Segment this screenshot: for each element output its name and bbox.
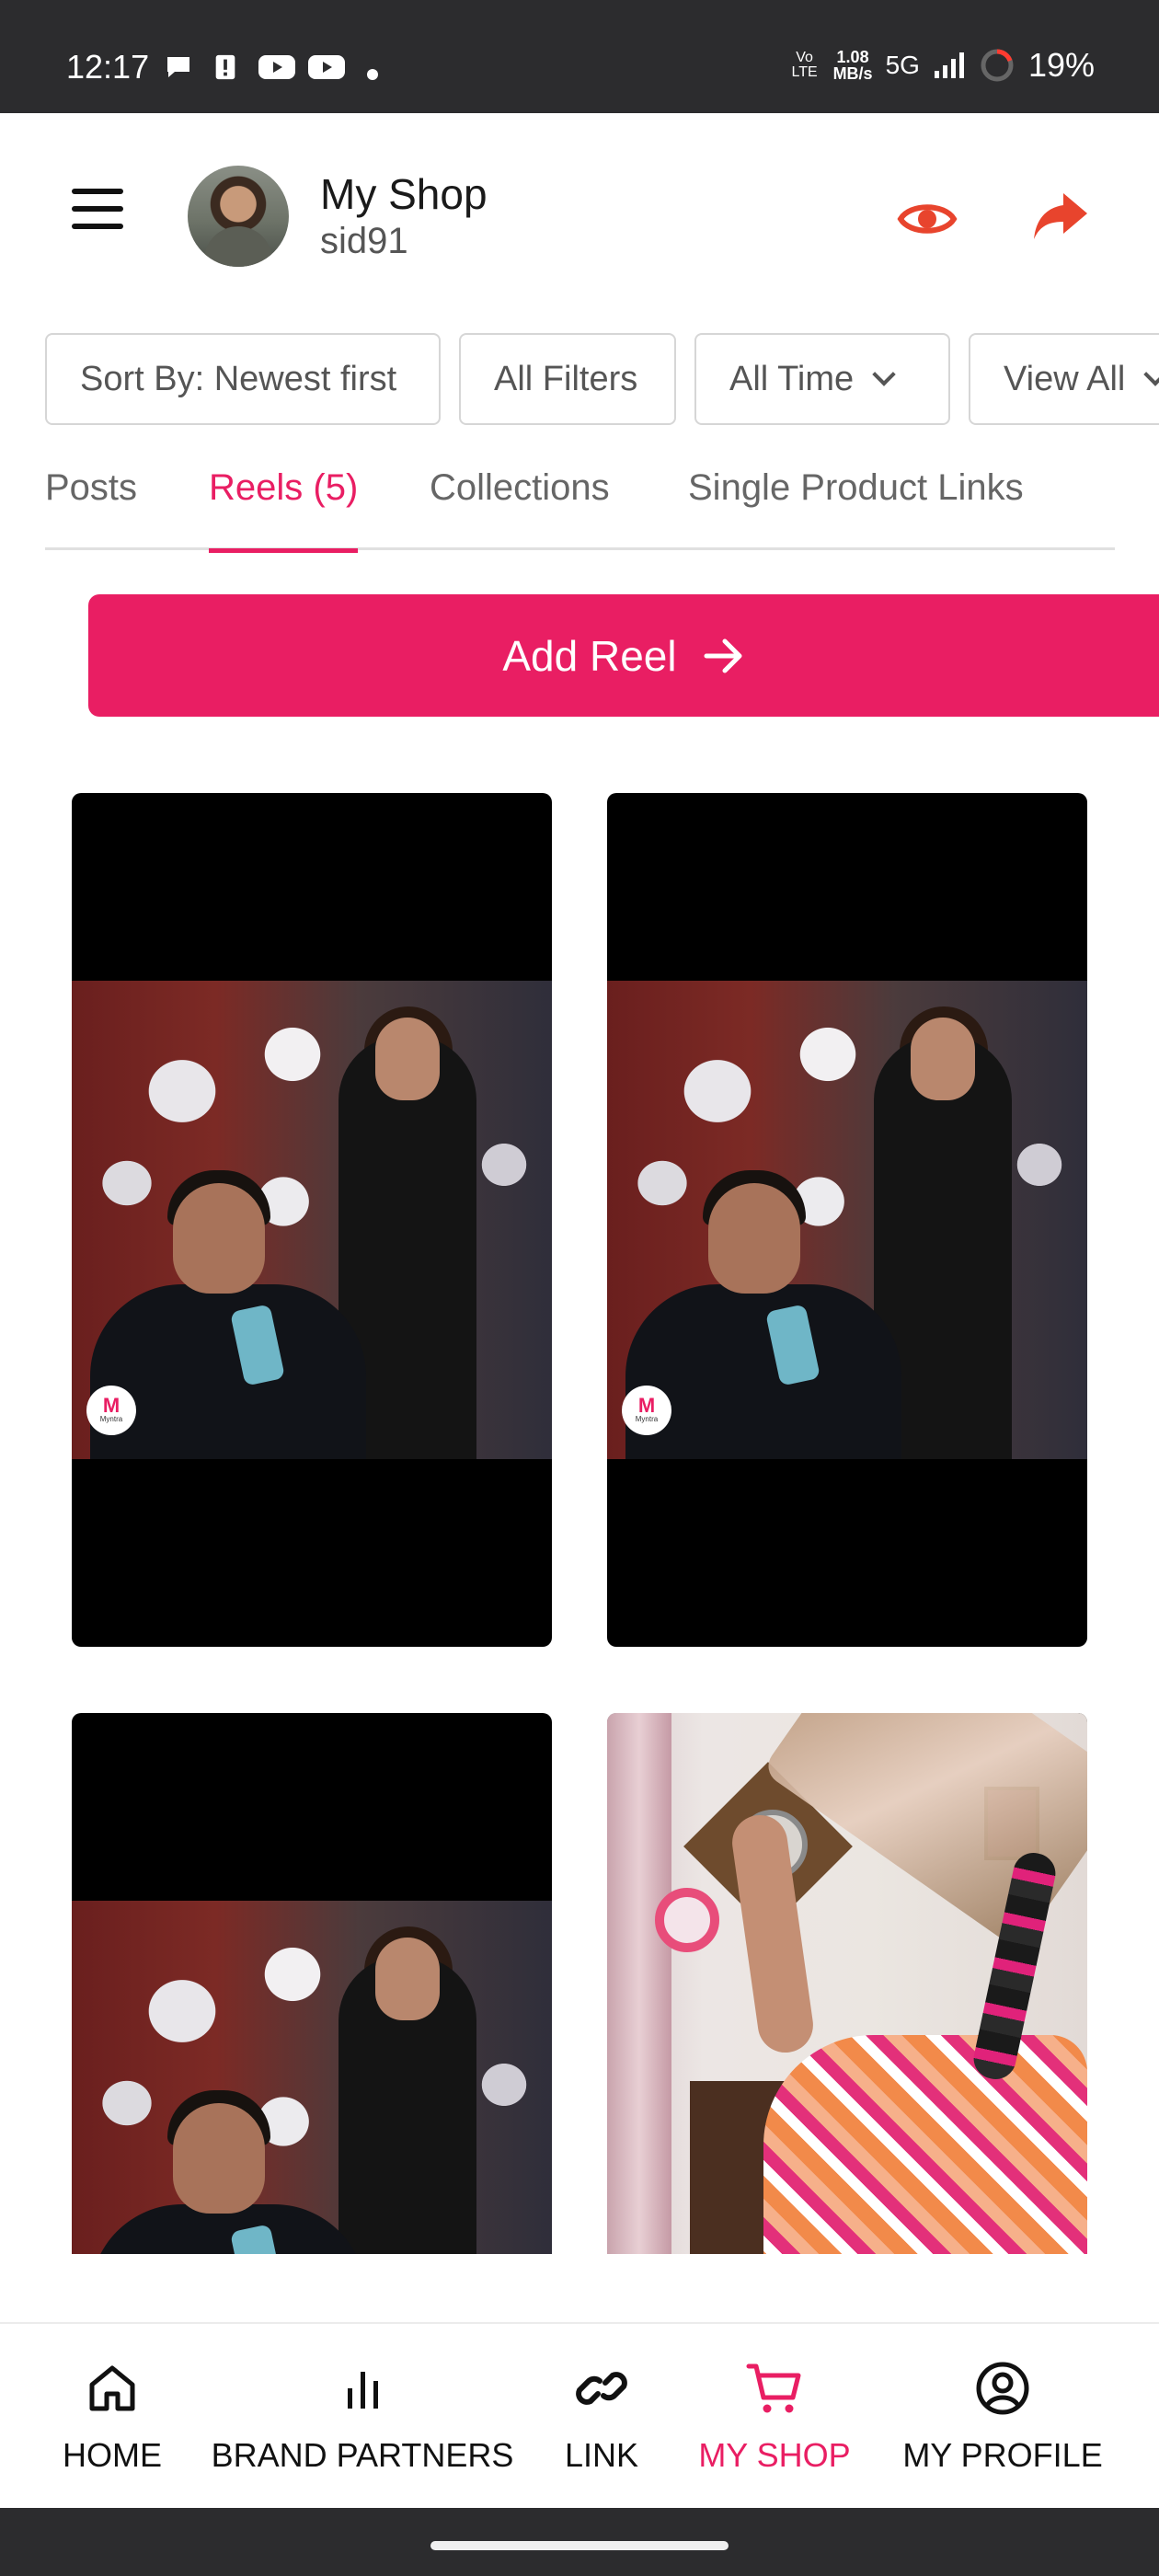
reel-video-frame: M Myntra <box>607 981 1087 1459</box>
network-speed-unit: MB/s <box>832 64 873 83</box>
volte-icon: Vo LTE <box>791 50 818 80</box>
reel-video-frame <box>72 1901 552 2254</box>
avatar[interactable] <box>188 166 289 267</box>
time-range-label: All Time <box>729 359 855 398</box>
nav-my-profile[interactable]: MY PROFILE <box>902 2324 1103 2510</box>
battery-ring-icon <box>981 49 1014 82</box>
reel-video-frame <box>607 1713 1087 2254</box>
nav-my-shop-label: MY SHOP <box>698 2436 851 2474</box>
arrow-right-icon <box>704 638 742 673</box>
nav-my-shop[interactable]: MY SHOP <box>692 2324 857 2510</box>
cart-icon <box>746 2363 801 2413</box>
myntra-logo-icon: M Myntra <box>622 1386 671 1435</box>
youtube-notification-icon-2 <box>308 55 345 79</box>
nav-link[interactable]: LINK <box>552 2324 651 2510</box>
nav-link-label: LINK <box>564 2436 639 2474</box>
tab-collections[interactable]: Collections <box>430 467 610 550</box>
reel-thumbnail[interactable]: M Myntra <box>72 793 552 1647</box>
link-icon <box>576 2372 627 2405</box>
status-bar: 12:17 Vo LTE 1.08 MB/s 5G 19% <box>0 0 1159 113</box>
reel-thumbnail[interactable] <box>72 1713 552 2254</box>
content-tabs: Posts Reels (5) Collections Single Produ… <box>45 460 1115 553</box>
signal-icon <box>934 52 964 78</box>
shop-handle: sid91 <box>320 221 408 261</box>
reel-video-frame: M Myntra <box>72 981 552 1459</box>
reel-thumbnail[interactable]: M Myntra <box>607 793 1087 1647</box>
status-right: Vo LTE 1.08 MB/s 5G 19% <box>789 46 1095 85</box>
page-title: My Shop <box>320 170 488 218</box>
system-navigation-bar <box>0 2508 1159 2576</box>
home-icon <box>89 2365 135 2411</box>
nav-brand-partners[interactable]: BRAND PARTNERS <box>212 2324 513 2510</box>
share-icon[interactable] <box>1028 184 1093 248</box>
nav-home[interactable]: HOME <box>55 2324 169 2510</box>
all-filters-button[interactable]: All Filters <box>459 333 676 425</box>
youtube-notification-icon <box>258 55 295 79</box>
chat-notification-icon <box>167 57 189 77</box>
nav-brand-partners-label: BRAND PARTNERS <box>211 2436 514 2474</box>
nav-my-profile-label: MY PROFILE <box>902 2436 1103 2474</box>
add-reel-label: Add Reel <box>502 631 677 680</box>
status-time: 12:17 <box>66 48 150 86</box>
alert-notification-icon <box>215 54 235 80</box>
hamburger-menu-icon[interactable] <box>72 189 127 235</box>
add-reel-button[interactable]: Add Reel <box>88 594 1159 717</box>
sort-label: Sort By: Newest first <box>80 359 397 398</box>
chevron-down-icon <box>1143 362 1159 386</box>
bottom-navigation: HOME BRAND PARTNERS LINK MY SHOP MY PROF… <box>0 2322 1159 2508</box>
network-speed: 1.08 MB/s <box>833 49 873 82</box>
tab-single-product-links[interactable]: Single Product Links <box>688 467 1024 550</box>
all-filters-label: All Filters <box>494 359 638 398</box>
tab-reels[interactable]: Reels (5) <box>209 467 359 553</box>
chevron-down-icon <box>872 362 896 386</box>
home-gesture-pill[interactable] <box>430 2541 729 2550</box>
more-notifications-dot-icon <box>367 69 378 80</box>
network-speed-value: 1.08 <box>836 48 869 66</box>
view-label: View All <box>1004 359 1126 398</box>
reel-thumbnail[interactable] <box>607 1713 1087 2254</box>
battery-percent: 19% <box>1027 46 1095 84</box>
tab-posts[interactable]: Posts <box>45 467 137 550</box>
eye-icon[interactable] <box>897 189 958 249</box>
network-type: 5G <box>885 51 920 79</box>
time-range-dropdown[interactable]: All Time <box>694 333 950 425</box>
view-dropdown[interactable]: View All <box>969 333 1159 425</box>
user-circle-icon <box>976 2362 1029 2415</box>
myntra-logo-icon: M Myntra <box>86 1386 136 1435</box>
sort-dropdown[interactable]: Sort By: Newest first <box>45 333 441 425</box>
nav-home-label: HOME <box>63 2436 162 2474</box>
bar-chart-icon <box>348 2372 378 2409</box>
